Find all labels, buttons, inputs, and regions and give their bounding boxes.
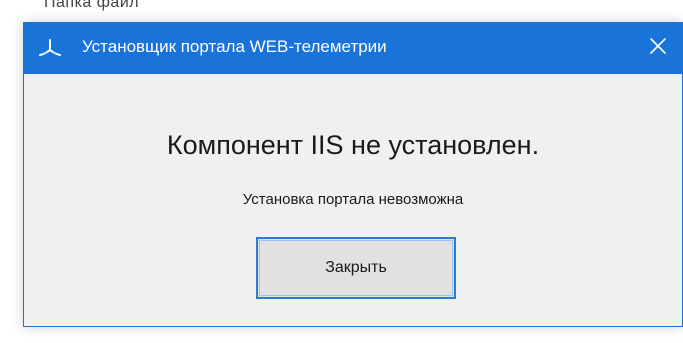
telemetry-app-icon — [38, 38, 62, 58]
message-subtitle: Установка портала невозможна — [242, 191, 464, 208]
background-partial-text: Папка файл — [44, 0, 140, 11]
dialog-content: Компонент IIS не установлен. Установка п… — [24, 74, 682, 326]
close-icon — [649, 37, 667, 60]
close-window-button[interactable] — [632, 22, 683, 74]
installer-dialog: Установщик портала WEB-телеметрии Компон… — [23, 22, 683, 327]
dialog-title: Установщик портала WEB-телеметрии — [82, 37, 387, 56]
message-title: Компонент IIS не установлен. — [166, 130, 540, 160]
close-button[interactable]: Закрыть — [256, 237, 456, 299]
dialog-titlebar[interactable]: Установщик портала WEB-телеметрии — [24, 22, 683, 74]
close-button-label: Закрыть — [325, 259, 387, 276]
